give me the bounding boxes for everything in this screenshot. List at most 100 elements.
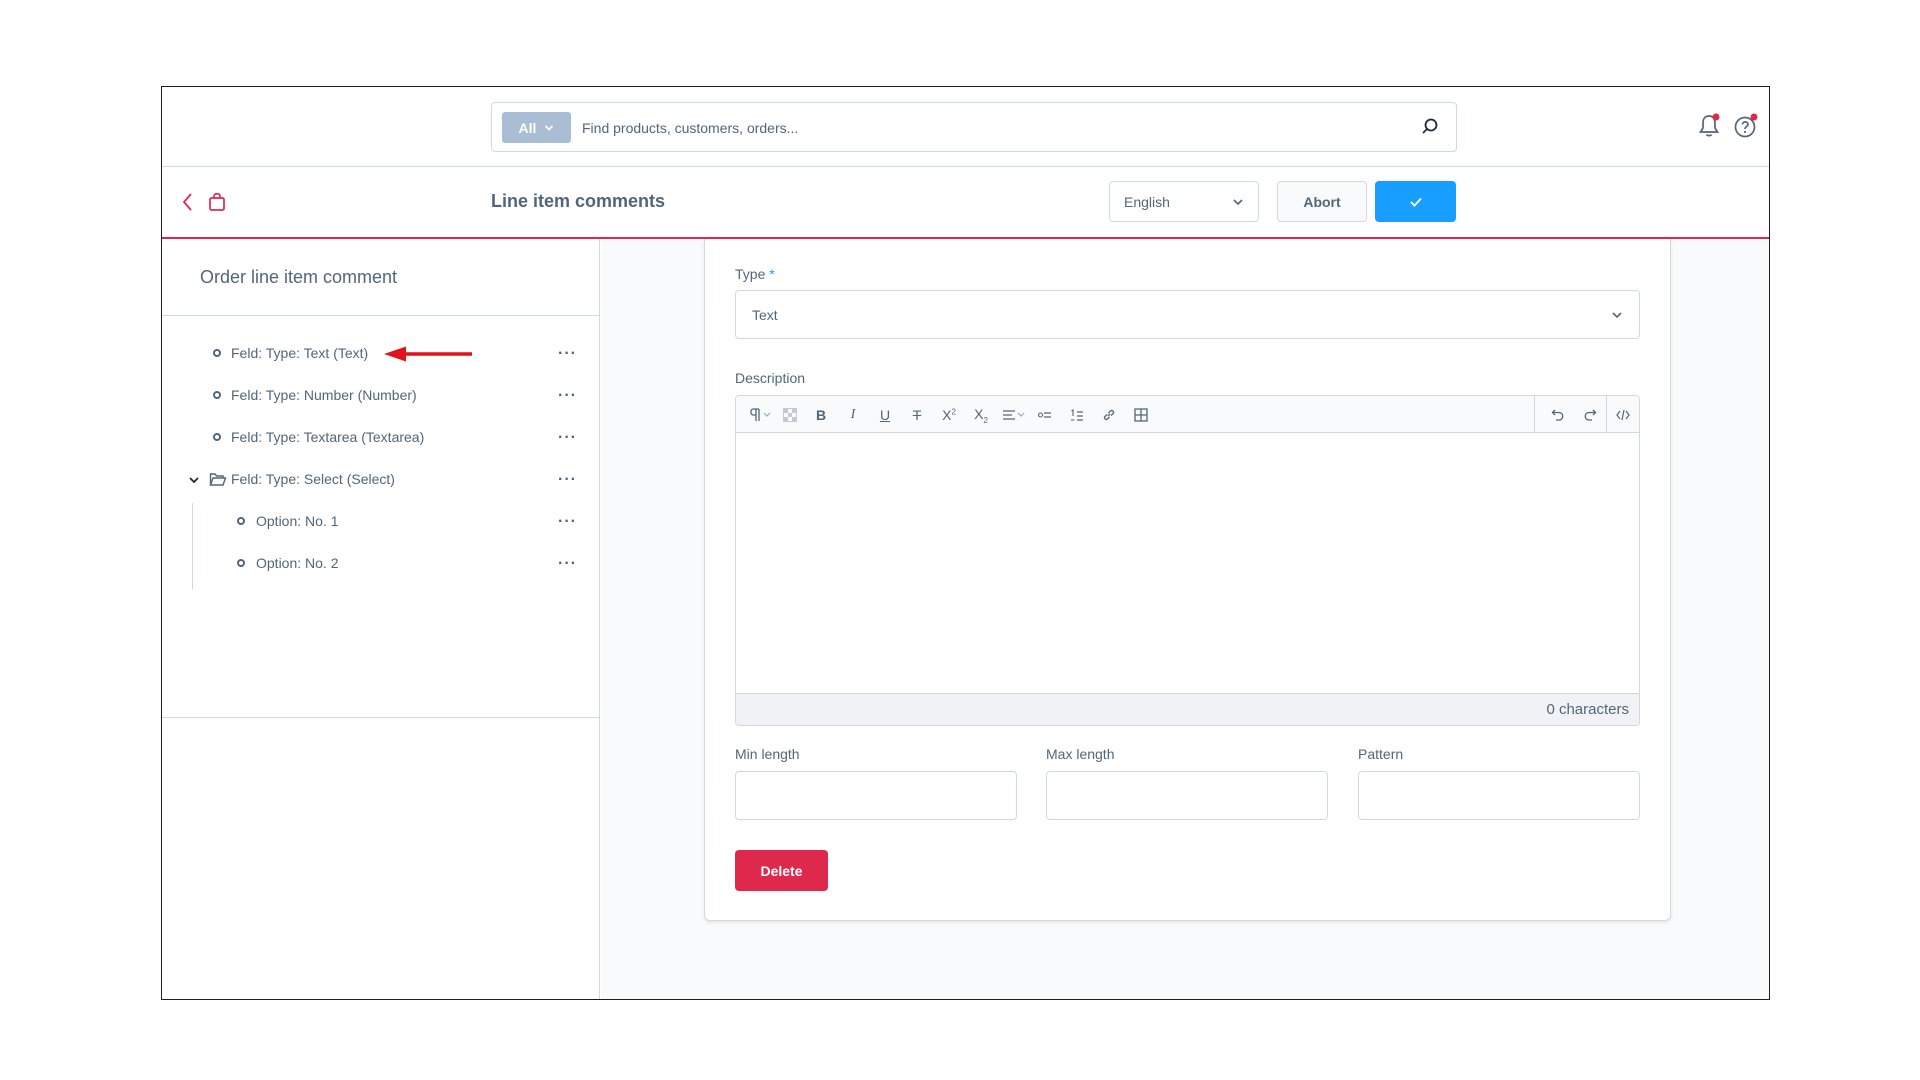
tree-item-label: Feld: Type: Textarea (Textarea)	[231, 429, 425, 445]
content-area: Type * Text Description B I U T X2 X2 0 …	[601, 239, 1769, 999]
chevron-down-icon	[545, 124, 554, 131]
subscript-icon: X2	[974, 405, 988, 425]
bullet-icon	[237, 559, 245, 567]
language-value: English	[1124, 193, 1170, 210]
tree-item-label: Feld: Type: Number (Number)	[231, 387, 417, 403]
description-label: Description	[735, 370, 806, 386]
undo-icon	[1551, 409, 1564, 421]
italic-icon: I	[850, 407, 856, 422]
bold-icon: B	[815, 407, 827, 423]
tree-item-label: Option: No. 1	[256, 513, 339, 529]
language-select[interactable]: English	[1109, 181, 1259, 222]
tree-item-label: Feld: Type: Select (Select)	[231, 471, 395, 487]
app-window: All Line item comments English Abort Ord…	[161, 86, 1770, 1000]
chevron-down-icon[interactable]	[188, 474, 200, 486]
max-length-input[interactable]	[1046, 771, 1328, 820]
type-label: Type *	[735, 266, 775, 282]
tree-item-option-1[interactable]: Option: No. 1 ···	[162, 507, 599, 537]
required-marker: *	[769, 266, 775, 282]
text-color-button[interactable]	[780, 405, 800, 425]
global-search: All	[491, 102, 1457, 152]
bullet-list-button[interactable]	[1035, 405, 1055, 425]
back-arrow-icon[interactable]	[180, 191, 196, 213]
toolbar-separator	[1534, 396, 1535, 433]
more-options-icon[interactable]: ···	[558, 555, 577, 573]
more-options-icon[interactable]: ···	[558, 429, 577, 447]
character-count: 0 characters	[1546, 701, 1629, 718]
code-icon	[1616, 409, 1630, 421]
more-options-icon[interactable]: ···	[558, 471, 577, 489]
editor-footer: 0 characters	[736, 693, 1639, 725]
folder-open-icon	[209, 473, 227, 486]
type-select-value: Text	[752, 306, 778, 323]
search-type-dropdown[interactable]: All	[502, 112, 571, 143]
top-bar: All	[162, 87, 1769, 167]
checkerboard-icon	[783, 408, 797, 422]
editor-toolbar: B I U T X2 X2	[736, 396, 1639, 433]
more-options-icon[interactable]: ···	[558, 513, 577, 531]
search-input[interactable]	[582, 112, 1402, 143]
tree-item-label: Option: No. 2	[256, 555, 339, 571]
abort-button[interactable]: Abort	[1277, 181, 1367, 222]
annotation-arrow-icon	[384, 346, 472, 362]
link-icon	[1103, 409, 1115, 421]
strikethrough-icon: T	[912, 407, 922, 423]
chevron-down-icon	[1233, 199, 1243, 206]
bold-button[interactable]: B	[811, 405, 831, 425]
tree-item-option-2[interactable]: Option: No. 2 ···	[162, 549, 599, 579]
code-view-button[interactable]	[1613, 405, 1633, 425]
table-icon	[1134, 408, 1148, 422]
tree-item-number-field[interactable]: Feld: Type: Number (Number) ···	[162, 381, 599, 411]
underline-icon: U	[879, 407, 891, 423]
tree-item-textarea-field[interactable]: Feld: Type: Textarea (Textarea) ···	[162, 423, 599, 453]
bullet-icon	[237, 517, 245, 525]
save-button[interactable]	[1375, 181, 1456, 222]
type-select[interactable]: Text	[735, 290, 1640, 339]
numbered-list-icon	[1071, 409, 1083, 421]
tree-item-label: Feld: Type: Text (Text)	[231, 345, 369, 361]
min-length-label: Min length	[735, 746, 800, 762]
redo-button[interactable]	[1580, 405, 1600, 425]
search-type-label: All	[518, 119, 537, 136]
pattern-label: Pattern	[1358, 746, 1404, 762]
help-icon[interactable]	[1733, 113, 1759, 139]
more-options-icon[interactable]: ···	[558, 387, 577, 405]
bullet-icon	[213, 391, 221, 399]
delete-button[interactable]: Delete	[735, 850, 828, 891]
toolbar-separator	[1606, 396, 1607, 433]
max-length-label: Max length	[1046, 746, 1115, 762]
strikethrough-button[interactable]: T	[907, 405, 927, 425]
superscript-icon: X2	[942, 407, 956, 423]
type-label-text: Type	[735, 266, 766, 282]
link-button[interactable]	[1099, 405, 1119, 425]
tree-item-select-field[interactable]: Feld: Type: Select (Select) ···	[162, 465, 599, 495]
notification-bell-icon[interactable]	[1697, 113, 1721, 139]
bullet-icon	[213, 349, 221, 357]
more-options-icon[interactable]: ···	[558, 345, 577, 363]
paragraph-icon	[750, 408, 771, 421]
pattern-input[interactable]	[1358, 771, 1640, 820]
field-settings-card: Type * Text Description B I U T X2 X2 0 …	[704, 239, 1671, 921]
align-left-icon	[1003, 410, 1025, 420]
chevron-down-icon	[1612, 312, 1622, 319]
search-icon[interactable]	[1420, 117, 1440, 137]
underline-button[interactable]: U	[875, 405, 895, 425]
numbered-list-button[interactable]	[1067, 405, 1087, 425]
italic-button[interactable]: I	[843, 405, 863, 425]
tree-panel-divider	[162, 717, 599, 718]
field-tree-sidebar: Order line item comment Feld: Type: Text…	[162, 239, 600, 999]
bullet-list-icon	[1038, 412, 1051, 418]
description-text-area[interactable]	[736, 433, 1639, 695]
paragraph-format-button[interactable]	[746, 405, 774, 425]
undo-button[interactable]	[1548, 405, 1568, 425]
table-button[interactable]	[1131, 405, 1151, 425]
subscript-button[interactable]: X2	[971, 405, 991, 425]
sidebar-header: Order line item comment	[162, 239, 599, 316]
min-length-input[interactable]	[735, 771, 1017, 820]
text-align-button[interactable]	[1000, 405, 1028, 425]
page-title: Line item comments	[491, 191, 666, 211]
description-editor: B I U T X2 X2 0 characters	[735, 395, 1640, 726]
shopping-bag-icon	[209, 192, 225, 211]
tree-item-text-field[interactable]: Feld: Type: Text (Text) ···	[162, 339, 599, 369]
superscript-button[interactable]: X2	[939, 405, 959, 425]
